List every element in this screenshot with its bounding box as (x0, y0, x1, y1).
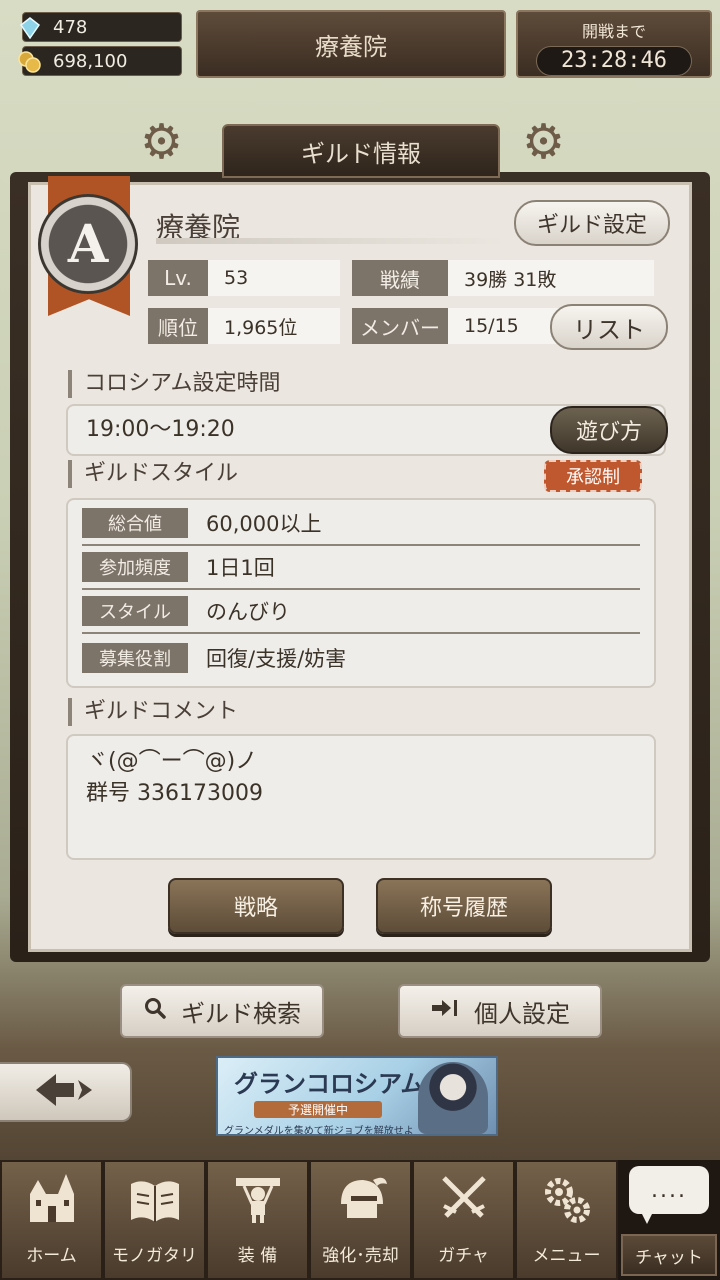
guild-style-heading: ギルドスタイル (68, 460, 238, 488)
page-title: 療養院 (196, 10, 506, 78)
nav-chat[interactable]: .... チャット (618, 1160, 720, 1280)
nav-label: モノガタリ (112, 1246, 197, 1266)
chat-bubble-icon: .... (629, 1166, 709, 1224)
guild-comment: ヾ(@⌒ー⌒@)ノ 群号 336173009 (66, 734, 656, 860)
level-stat: Lv. 53 (148, 260, 340, 296)
style-row-value: 1日1回 (206, 556, 275, 580)
member-list-button[interactable]: リスト (550, 304, 668, 350)
style-row-value: 60,000以上 (206, 512, 322, 536)
timer-value: 23:28:46 (536, 46, 692, 76)
guild-search-button[interactable]: ギルド検索 (120, 984, 324, 1038)
style-row-key: スタイル (82, 596, 188, 626)
back-button[interactable] (0, 1062, 132, 1122)
guild-settings-button[interactable]: ギルド設定 (514, 200, 670, 246)
strategy-button[interactable]: 戦略 (168, 878, 344, 934)
bottom-nav: ホーム モノガタリ 装 備 強化･売却 ガチャ メニュー .... チャット (0, 1160, 720, 1280)
nav-home[interactable]: ホーム (0, 1160, 103, 1280)
level-value: 53 (208, 260, 340, 296)
gem-count: 478 (53, 16, 88, 38)
nav-gacha[interactable]: ガチャ (412, 1160, 515, 1280)
armor-icon (230, 1174, 286, 1231)
personal-settings-button[interactable]: 個人設定 (398, 984, 602, 1038)
nav-label: 装 備 (237, 1246, 278, 1266)
approval-badge: 承認制 (544, 460, 642, 492)
record-label: 戦績 (352, 260, 448, 296)
gold-counter: 698,100 (18, 46, 182, 76)
style-row: スタイル のんびり (82, 590, 640, 634)
swords-icon (436, 1174, 492, 1231)
guild-comment-heading: ギルドコメント (68, 698, 238, 726)
coin-icon (17, 49, 43, 75)
record-stat: 戦績 39勝 31敗 (352, 260, 654, 296)
guild-search-label: ギルド検索 (181, 999, 301, 1028)
gem-icon (17, 15, 43, 41)
name-underline (156, 238, 506, 244)
rank-value: 1,965位 (208, 308, 340, 344)
banner-subtitle: 予選開催中 (254, 1101, 382, 1118)
guild-style-table: 総合値 60,000以上 参加頻度 1日1回 スタイル のんびり 募集役割 回復… (66, 498, 656, 688)
style-row-value: 回復/支援/妨害 (206, 647, 347, 671)
castle-icon (24, 1172, 80, 1231)
style-row: 参加頻度 1日1回 (82, 546, 640, 590)
chat-label: チャット (621, 1234, 717, 1276)
book-icon (127, 1178, 183, 1231)
rank-stat: 順位 1,965位 (148, 308, 340, 344)
style-row-value: のんびり (206, 600, 290, 624)
nav-menu[interactable]: メニュー (515, 1160, 618, 1280)
timer-label: 開戦まで (581, 22, 646, 41)
style-row-key: 総合値 (82, 508, 188, 538)
panel-title: ギルド情報 (222, 124, 500, 178)
nav-label: ガチャ (438, 1246, 489, 1266)
style-row: 募集役割 回復/支援/妨害 (82, 636, 640, 680)
search-icon (143, 996, 167, 1026)
nav-equipment[interactable]: 装 備 (206, 1160, 309, 1280)
style-row: 総合値 60,000以上 (82, 502, 640, 546)
colosseum-time-heading: コロシアム設定時間 (68, 370, 280, 398)
record-value: 39勝 31敗 (448, 260, 654, 296)
style-row-key: 参加頻度 (82, 552, 188, 582)
gold-count: 698,100 (53, 50, 128, 72)
nav-label: 強化･売却 (322, 1246, 399, 1266)
nav-enhance-sell[interactable]: 強化･売却 (309, 1160, 412, 1280)
members-stat: メンバー 15/15 (352, 308, 568, 344)
gear-decoration-icon: ⚙ (140, 114, 184, 170)
personal-settings-label: 個人設定 (474, 999, 570, 1028)
nav-label: メニュー (532, 1246, 601, 1266)
gear-decoration-icon: ⚙ (522, 114, 566, 170)
nav-label: ホーム (26, 1246, 77, 1266)
rank-label: 順位 (148, 308, 208, 344)
level-label: Lv. (148, 260, 208, 296)
members-label: メンバー (352, 308, 448, 344)
gears-icon (539, 1174, 595, 1231)
battle-timer: 開戦まで 23:28:46 (516, 10, 712, 78)
enter-icon (430, 997, 460, 1025)
gem-counter: 478 (19, 12, 182, 42)
helmet-icon (333, 1174, 389, 1231)
grand-colosseum-banner[interactable]: グランコロシアム 予選開催中 グランメダルを集めて新ジョブを解放せよ (216, 1056, 498, 1136)
back-arrow-icon (34, 1072, 96, 1112)
how-to-play-button[interactable]: 遊び方 (550, 406, 668, 454)
title-history-button[interactable]: 称号履歴 (376, 878, 552, 934)
nav-story[interactable]: モノガタリ (103, 1160, 206, 1280)
style-row-key: 募集役割 (82, 643, 188, 673)
guild-rank-emblem: A (38, 194, 138, 294)
banner-character-image (418, 1062, 488, 1134)
